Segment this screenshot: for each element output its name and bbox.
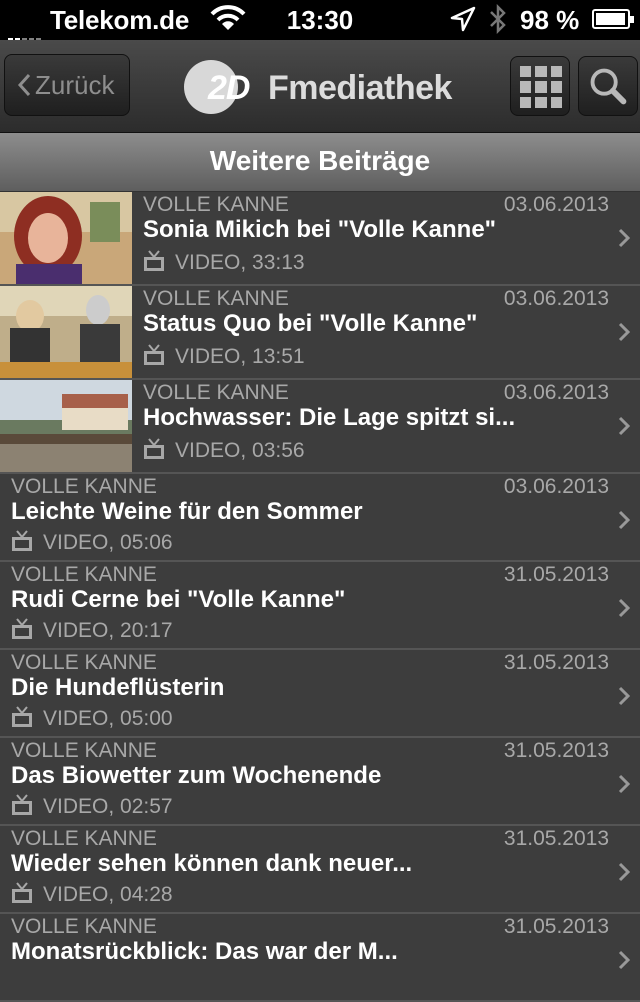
location-icon [450, 6, 476, 32]
item-category: VOLLE KANNE [11, 827, 157, 850]
list-item[interactable]: VOLLE KANNE 03.06.2013 Hochwasser: Die L… [0, 380, 640, 474]
item-meta: VIDEO, 33:13 [143, 250, 305, 275]
battery-icon [592, 9, 634, 29]
zdf-mediathek-logo: 2D Fmediathek [182, 60, 472, 118]
logo-prefix: 2D [208, 69, 250, 107]
chevron-right-icon [618, 322, 630, 342]
chevron-right-icon [618, 950, 630, 970]
chevron-right-icon [618, 774, 630, 794]
video-thumbnail [0, 192, 132, 284]
chevron-left-icon [17, 73, 31, 97]
list-item[interactable]: VOLLE KANNE 03.06.2013 Status Quo bei "V… [0, 286, 640, 380]
item-category: VOLLE KANNE [143, 381, 289, 404]
item-date: 31.05.2013 [503, 563, 609, 586]
item-meta: VIDEO, 05:06 [11, 530, 173, 555]
chevron-right-icon [618, 862, 630, 882]
item-video-info: VIDEO, 13:51 [175, 345, 305, 368]
item-title: Das Biowetter zum Wochenende [11, 762, 382, 789]
bluetooth-icon [490, 4, 506, 34]
item-title: Sonia Mikich bei "Volle Kanne" [143, 216, 497, 243]
grid-icon [520, 66, 562, 108]
item-video-info: VIDEO, 04:28 [43, 883, 173, 906]
search-icon [590, 68, 627, 105]
item-meta: VIDEO, 02:57 [11, 794, 173, 819]
video-thumbnail [0, 380, 132, 472]
item-title: Status Quo bei "Volle Kanne" [143, 310, 478, 337]
item-video-info: VIDEO, 20:17 [43, 619, 173, 642]
grid-menu-button[interactable] [510, 56, 570, 116]
tv-icon [12, 882, 32, 903]
list-item[interactable]: VOLLE KANNE 03.06.2013 Leichte Weine für… [0, 474, 640, 562]
chevron-right-icon [618, 598, 630, 618]
tv-icon [12, 530, 32, 551]
navigation-bar: Zurück 2D Fmediathek [0, 40, 640, 133]
item-title: Wieder sehen können dank neuer... [11, 850, 413, 877]
item-date: 31.05.2013 [503, 651, 609, 674]
item-video-info: VIDEO, 05:06 [43, 531, 173, 554]
item-date: 03.06.2013 [503, 475, 609, 498]
item-title: Leichte Weine für den Sommer [11, 498, 363, 525]
item-meta: VIDEO, 20:17 [11, 618, 173, 643]
video-thumbnail [0, 286, 132, 378]
item-meta: VIDEO, 03:56 [143, 438, 305, 463]
item-title: Monatsrückblick: Das war der M... [11, 938, 398, 965]
chevron-right-icon [618, 416, 630, 436]
tv-icon [12, 618, 32, 639]
item-meta: VIDEO, 13:51 [143, 344, 305, 369]
list-item[interactable]: VOLLE KANNE 31.05.2013 Rudi Cerne bei "V… [0, 562, 640, 650]
back-button-label: Zurück [35, 70, 115, 100]
item-date: 03.06.2013 [503, 381, 609, 404]
item-category: VOLLE KANNE [11, 563, 157, 586]
item-category: VOLLE KANNE [11, 475, 157, 498]
item-category: VOLLE KANNE [11, 915, 157, 938]
chevron-right-icon [618, 686, 630, 706]
item-title: Hochwasser: Die Lage spitzt si... [143, 404, 516, 431]
tv-icon [12, 706, 32, 727]
item-date: 31.05.2013 [503, 827, 609, 850]
tv-icon [144, 250, 164, 271]
item-category: VOLLE KANNE [143, 193, 289, 216]
item-category: VOLLE KANNE [11, 651, 157, 674]
logo-text: Fmediathek [268, 69, 452, 107]
item-category: VOLLE KANNE [11, 739, 157, 762]
item-date: 31.05.2013 [503, 915, 609, 938]
tv-icon [144, 438, 164, 459]
tv-icon [144, 344, 164, 365]
battery-percentage: 98 % [520, 5, 580, 35]
status-bar: Telekom.de 13:30 98 % [0, 0, 640, 44]
item-date: 31.05.2013 [503, 739, 609, 762]
list-item[interactable]: VOLLE KANNE 31.05.2013 Wieder sehen könn… [0, 826, 640, 914]
video-list: VOLLE KANNE 03.06.2013 Sonia Mikich bei … [0, 192, 640, 1002]
list-item[interactable]: VOLLE KANNE 31.05.2013 Das Biowetter zum… [0, 738, 640, 826]
item-video-info: VIDEO, 05:00 [43, 707, 173, 730]
chevron-right-icon [618, 510, 630, 530]
item-video-info: VIDEO, 03:56 [175, 439, 305, 462]
list-item[interactable]: VOLLE KANNE 31.05.2013 Monatsrückblick: … [0, 914, 640, 1002]
tv-icon [12, 794, 32, 815]
search-button[interactable] [578, 56, 638, 116]
item-video-info: VIDEO, 02:57 [43, 795, 173, 818]
item-title: Die Hundeflüsterin [11, 674, 225, 701]
item-meta: VIDEO, 04:28 [11, 882, 173, 907]
item-date: 03.06.2013 [503, 193, 609, 216]
back-button[interactable]: Zurück [4, 54, 130, 116]
item-category: VOLLE KANNE [143, 287, 289, 310]
list-item[interactable]: VOLLE KANNE 03.06.2013 Sonia Mikich bei … [0, 192, 640, 286]
list-item[interactable]: VOLLE KANNE 31.05.2013 Die Hundeflüsteri… [0, 650, 640, 738]
chevron-right-icon [618, 228, 630, 248]
item-video-info: VIDEO, 33:13 [175, 251, 305, 274]
item-title: Rudi Cerne bei "Volle Kanne" [11, 586, 346, 613]
item-meta: VIDEO, 05:00 [11, 706, 173, 731]
item-date: 03.06.2013 [503, 287, 609, 310]
section-header: Weitere Beiträge [0, 133, 640, 192]
